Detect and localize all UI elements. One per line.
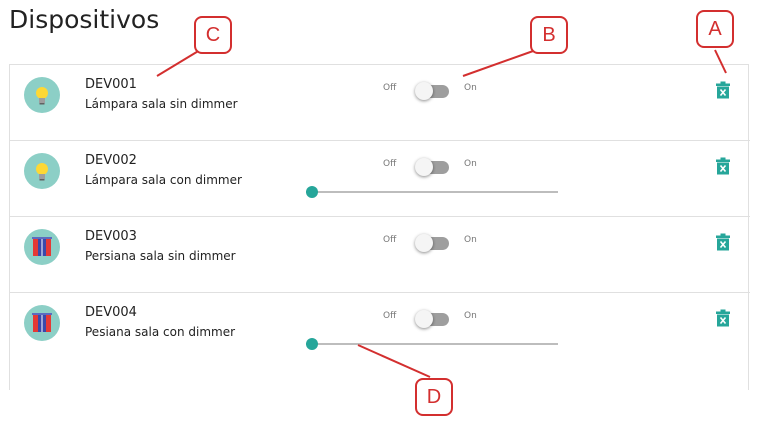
switch-on-label: On <box>464 83 477 93</box>
annotation-label-a: A <box>696 10 734 48</box>
device-row-dev001: DEV001 Lámpara sala sin dimmer Off On <box>10 65 750 141</box>
switch-on-label: On <box>464 159 477 169</box>
slider-rail <box>306 343 558 345</box>
window-blind-icon <box>24 229 60 265</box>
device-list: DEV001 Lámpara sala sin dimmer Off On DE… <box>9 64 750 393</box>
slider-knob[interactable] <box>306 338 318 350</box>
power-toggle[interactable] <box>415 157 449 177</box>
annotation-label-b: B <box>530 16 568 54</box>
delete-icon[interactable] <box>716 81 730 99</box>
device-description: Pesiana sala con dimmer <box>85 325 236 339</box>
annotation-label-d: D <box>415 378 453 416</box>
switch-off-label: Off <box>383 159 397 169</box>
window-blind-icon <box>24 305 60 341</box>
switch-on-label: On <box>464 235 477 245</box>
slider-knob[interactable] <box>306 186 318 198</box>
device-id: DEV004 <box>85 305 137 320</box>
switch-off-label: Off <box>383 311 397 321</box>
toggle-thumb <box>415 158 433 176</box>
slider-rail <box>306 191 558 193</box>
device-id: DEV002 <box>85 153 137 168</box>
lightbulb-icon <box>24 153 60 189</box>
dimmer-slider[interactable] <box>306 185 558 199</box>
device-row-dev004: DEV004 Pesiana sala con dimmer Off On <box>10 293 750 393</box>
page-title: Dispositivos <box>9 5 160 34</box>
device-description: Persiana sala sin dimmer <box>85 249 236 263</box>
delete-icon[interactable] <box>716 309 730 327</box>
switch-on-label: On <box>464 311 477 321</box>
device-row-dev002: DEV002 Lámpara sala con dimmer Off On <box>10 141 750 217</box>
power-toggle[interactable] <box>415 233 449 253</box>
delete-icon[interactable] <box>716 233 730 251</box>
device-id: DEV003 <box>85 229 137 244</box>
annotation-label-c: C <box>194 16 232 54</box>
device-row-dev003: DEV003 Persiana sala sin dimmer Off On <box>10 217 750 293</box>
lightbulb-icon <box>24 77 60 113</box>
delete-icon[interactable] <box>716 157 730 175</box>
device-description: Lámpara sala con dimmer <box>85 173 242 187</box>
power-toggle[interactable] <box>415 81 449 101</box>
switch-off-label: Off <box>383 235 397 245</box>
device-id: DEV001 <box>85 77 137 92</box>
power-toggle[interactable] <box>415 309 449 329</box>
device-description: Lámpara sala sin dimmer <box>85 97 238 111</box>
switch-off-label: Off <box>383 83 397 93</box>
toggle-thumb <box>415 234 433 252</box>
toggle-thumb <box>415 310 433 328</box>
dimmer-slider[interactable] <box>306 337 558 351</box>
toggle-thumb <box>415 82 433 100</box>
